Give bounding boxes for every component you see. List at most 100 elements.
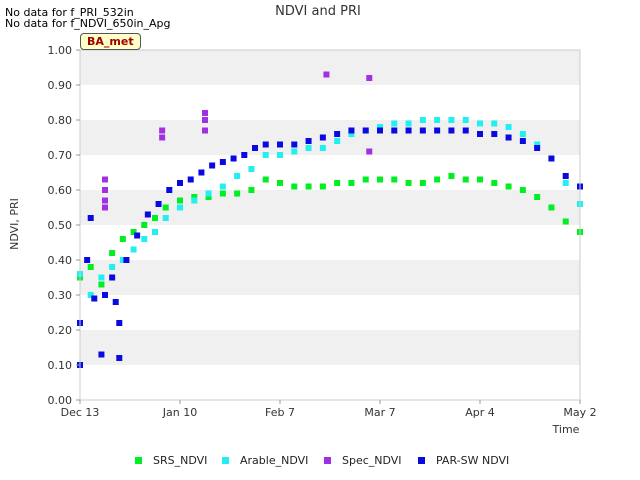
arable-ndvi-point bbox=[434, 117, 441, 123]
y-tick-label: 1.00 bbox=[48, 44, 73, 57]
par-sw-ndvi-point bbox=[391, 127, 398, 134]
grid-band bbox=[80, 260, 580, 295]
arable-ndvi-point bbox=[177, 204, 183, 211]
legend-swatch-spec-ndvi bbox=[324, 457, 331, 464]
legend-swatch-par-sw-ndvi bbox=[418, 457, 425, 464]
grid-band bbox=[80, 330, 580, 365]
srs-ndvi-point bbox=[291, 183, 298, 190]
spec-ndvi-point bbox=[366, 75, 373, 81]
spec-ndvi-point bbox=[202, 127, 208, 134]
srs-ndvi-point bbox=[87, 264, 94, 270]
srs-ndvi-point bbox=[319, 183, 326, 190]
srs-ndvi-point bbox=[234, 190, 241, 197]
par-sw-ndvi-point bbox=[84, 257, 91, 263]
arable-ndvi-point bbox=[562, 180, 569, 186]
legend-label-arable-ndvi: Arable_NDVI bbox=[240, 454, 308, 467]
srs-ndvi-point bbox=[448, 173, 455, 179]
ndvi-pri-chart: 0.000.100.200.300.400.500.600.700.800.90… bbox=[8, 4, 597, 467]
par-sw-ndvi-point bbox=[155, 201, 162, 207]
srs-ndvi-point bbox=[562, 218, 569, 225]
par-sw-ndvi-point bbox=[116, 320, 123, 326]
arable-ndvi-point bbox=[491, 120, 498, 127]
par-sw-ndvi-point bbox=[144, 211, 151, 218]
spec-ndvi-point bbox=[323, 71, 330, 78]
srs-ndvi-point bbox=[534, 194, 541, 200]
par-sw-ndvi-point bbox=[187, 176, 194, 183]
srs-ndvi-point bbox=[462, 176, 469, 183]
par-sw-ndvi-point bbox=[419, 127, 426, 134]
srs-ndvi-point bbox=[305, 183, 312, 190]
x-tick-label: Mar 7 bbox=[364, 406, 395, 419]
par-sw-ndvi-point bbox=[134, 232, 141, 239]
par-sw-ndvi-point bbox=[477, 131, 483, 137]
par-sw-ndvi-point bbox=[209, 162, 216, 169]
srs-ndvi-point bbox=[419, 180, 426, 186]
legend-swatch-arable-ndvi bbox=[222, 457, 229, 464]
arable-ndvi-point bbox=[219, 183, 226, 190]
spec-ndvi-point bbox=[202, 117, 208, 123]
background-bands bbox=[80, 50, 580, 400]
legend-label-spec-ndvi: Spec_NDVI bbox=[342, 454, 402, 467]
arable-ndvi-point bbox=[334, 138, 341, 144]
par-sw-ndvi-point bbox=[219, 159, 226, 165]
par-sw-ndvi-point bbox=[87, 215, 94, 221]
arable-ndvi-point bbox=[98, 274, 105, 281]
srs-ndvi-point bbox=[362, 176, 369, 183]
y-tick-label: 0.60 bbox=[48, 184, 73, 197]
arable-ndvi-point bbox=[462, 117, 469, 123]
arable-ndvi-point bbox=[109, 264, 116, 270]
par-sw-ndvi-point bbox=[534, 145, 541, 151]
arable-ndvi-point bbox=[248, 166, 255, 172]
par-sw-ndvi-point bbox=[112, 299, 119, 305]
par-sw-ndvi-point bbox=[166, 187, 173, 193]
arable-ndvi-point bbox=[519, 131, 526, 137]
srs-ndvi-point bbox=[348, 180, 355, 186]
par-sw-ndvi-point bbox=[319, 134, 326, 141]
y-tick-label: 0.70 bbox=[48, 149, 73, 162]
par-sw-ndvi-point bbox=[277, 141, 283, 148]
par-sw-ndvi-point bbox=[305, 138, 312, 144]
spec-ndvi-point bbox=[102, 204, 108, 211]
arable-ndvi-point bbox=[505, 124, 512, 130]
spec-ndvi-point bbox=[102, 176, 108, 183]
arable-ndvi-point bbox=[162, 215, 169, 221]
grid-band bbox=[80, 120, 580, 155]
par-sw-ndvi-point bbox=[334, 131, 341, 137]
arable-ndvi-point bbox=[205, 190, 212, 197]
par-sw-ndvi-point bbox=[98, 351, 105, 358]
par-sw-ndvi-point bbox=[91, 295, 98, 302]
par-sw-ndvi-point bbox=[519, 138, 526, 144]
srs-ndvi-point bbox=[152, 215, 158, 221]
legend-swatch-srs-ndvi bbox=[135, 457, 142, 464]
par-sw-ndvi-point bbox=[491, 131, 498, 137]
x-tick-label: Dec 13 bbox=[61, 406, 100, 419]
arable-ndvi-point bbox=[234, 173, 241, 179]
y-tick-label: 0.10 bbox=[48, 359, 73, 372]
srs-ndvi-point bbox=[548, 204, 555, 211]
srs-ndvi-point bbox=[405, 180, 412, 186]
par-sw-ndvi-point bbox=[505, 134, 512, 141]
srs-ndvi-point bbox=[391, 176, 398, 183]
srs-ndvi-point bbox=[248, 187, 255, 193]
arable-ndvi-point bbox=[477, 120, 483, 127]
grid-band bbox=[80, 365, 580, 400]
spec-ndvi-point bbox=[159, 134, 166, 141]
par-sw-ndvi-point bbox=[262, 141, 269, 148]
arable-ndvi-point bbox=[191, 197, 198, 204]
grid-band bbox=[80, 295, 580, 330]
par-sw-ndvi-point bbox=[252, 145, 258, 151]
arable-ndvi-point bbox=[262, 152, 269, 158]
y-tick-label: 0.40 bbox=[48, 254, 73, 267]
arable-ndvi-point bbox=[291, 148, 298, 155]
x-tick-label: May 2 bbox=[563, 406, 596, 419]
spec-ndvi-point bbox=[159, 127, 166, 134]
grid-band bbox=[80, 155, 580, 190]
arable-ndvi-point bbox=[130, 246, 137, 253]
srs-ndvi-point bbox=[377, 176, 383, 183]
y-tick-label: 0.90 bbox=[48, 79, 73, 92]
spec-ndvi-point bbox=[102, 197, 108, 204]
x-tick-label: Jan 10 bbox=[162, 406, 197, 419]
srs-ndvi-point bbox=[477, 176, 483, 183]
par-sw-ndvi-point bbox=[123, 257, 130, 263]
legend: SRS_NDVI Arable_NDVI Spec_NDVI PAR-SW NDVI bbox=[135, 454, 509, 467]
